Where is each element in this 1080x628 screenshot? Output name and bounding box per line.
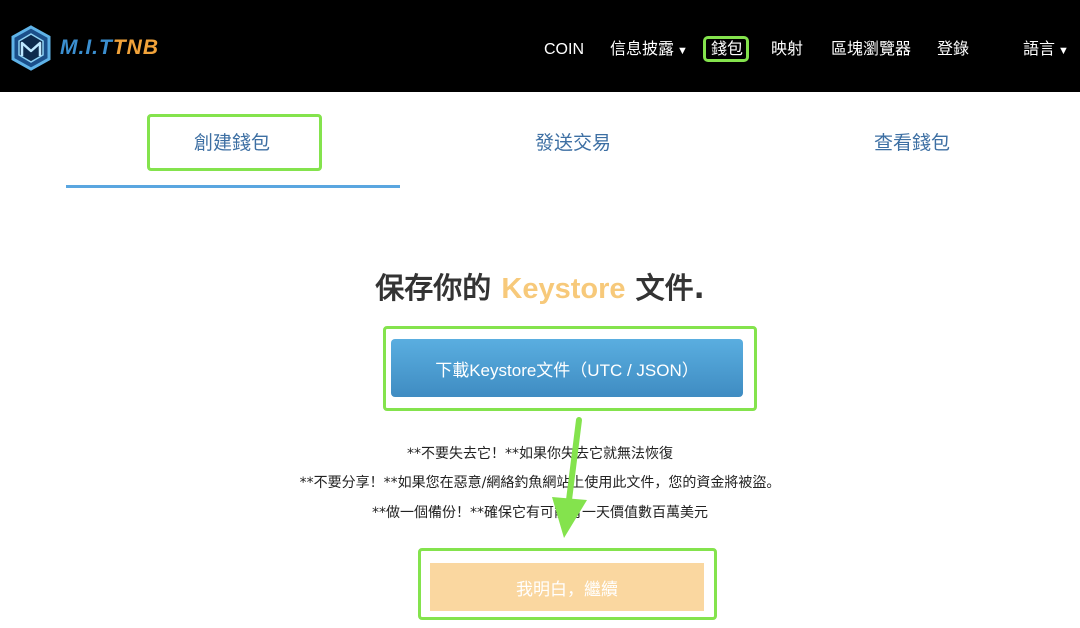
nav-disclosure[interactable]: 信息披露 ▼	[610, 40, 688, 61]
nav-language-label: 語言	[1023, 41, 1056, 58]
warning-line-3: **做一個備份！**確保它有可能有一天價值數百萬美元	[372, 505, 708, 521]
continue-button[interactable]: 我明白，繼續	[430, 563, 704, 611]
annotation-arrow-icon	[552, 417, 587, 538]
nav-language[interactable]: 語言 ▼	[1023, 40, 1069, 61]
nav-coin[interactable]: COIN	[544, 40, 584, 60]
tab-view-wallet[interactable]: 查看錢包	[874, 128, 950, 155]
nav-explorer[interactable]: 區塊瀏覽器	[831, 40, 911, 60]
chevron-down-icon: ▼	[677, 45, 688, 57]
top-navbar: M.I.TTNB COIN 信息披露 ▼ 錢包 映射 區塊瀏覽器 登錄 語言 ▼	[0, 0, 1080, 92]
page-title-part2: 文件.	[635, 271, 705, 305]
chevron-down-icon: ▼	[1058, 45, 1069, 57]
tab-send-transaction[interactable]: 發送交易	[535, 128, 611, 155]
page-title-part1: 保存你的	[375, 271, 492, 305]
active-tab-underline	[66, 185, 400, 188]
warning-line-1: **不要失去它！**如果你失去它就無法恢復	[407, 446, 673, 462]
nav-mapping[interactable]: 映射	[771, 40, 803, 60]
nav-wallet[interactable]: 錢包	[711, 40, 743, 60]
page-title-accent: Keystore	[501, 273, 626, 305]
download-keystore-button[interactable]: 下載Keystore文件（UTC / JSON）	[391, 339, 743, 397]
nav-disclosure-label: 信息披露	[610, 41, 675, 58]
warning-line-2: **不要分享！**如果您在惡意/網絡釣魚網站上使用此文件，您的資金將被盜。	[299, 475, 781, 491]
nav-login[interactable]: 登錄	[937, 40, 969, 60]
tab-create-wallet[interactable]: 創建錢包	[194, 128, 270, 155]
main-nav: COIN 信息披露 ▼ 錢包 映射 區塊瀏覽器 登錄 語言 ▼	[0, 0, 1080, 92]
page-title: 保存你的 Keystore 文件.	[0, 265, 1080, 307]
